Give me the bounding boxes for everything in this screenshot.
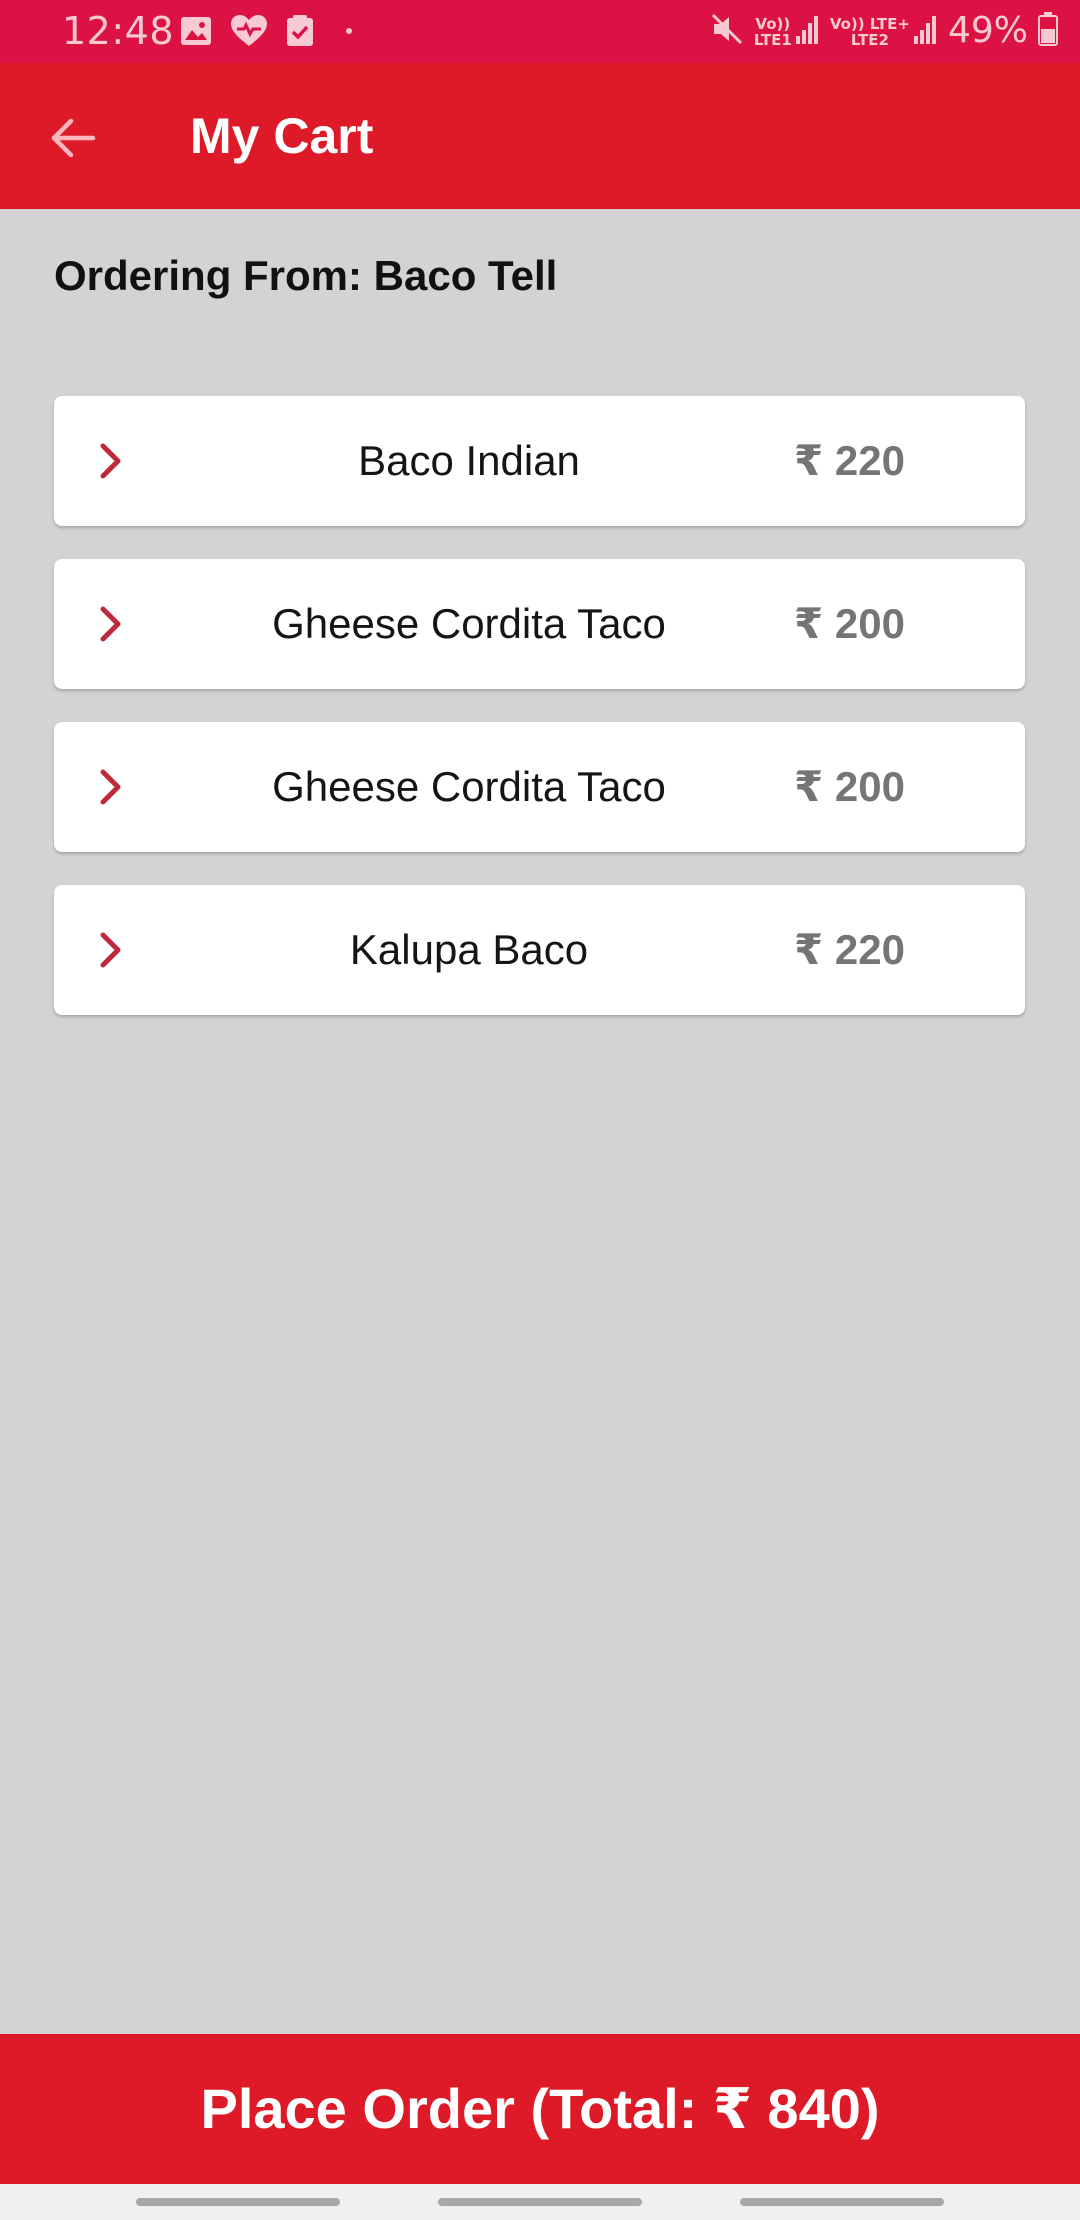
sim2-label-top: Vo)) LTE+ — [829, 15, 910, 33]
item-name: Kalupa Baco — [349, 926, 589, 973]
sim2-label-bottom: LTE2 — [850, 31, 889, 49]
heart-icon — [230, 14, 268, 48]
place-order-button[interactable]: Place Order (Total: ₹ 840) — [0, 2034, 1080, 2184]
cart-item[interactable]: Baco Indian ₹ 220 — [54, 396, 1025, 526]
battery-percent: 49% — [947, 10, 1028, 51]
cart-list: Baco Indian ₹ 220 Gheese Cordita Taco ₹ … — [54, 396, 1025, 1048]
item-price: ₹ 200 — [794, 763, 905, 810]
more-notifications-dot — [346, 28, 352, 34]
sim1-label-top: Vo)) — [755, 15, 791, 33]
item-price: ₹ 220 — [794, 926, 905, 973]
check-square-icon — [286, 15, 314, 47]
navigation-bar — [0, 2184, 1080, 2220]
mute-icon — [710, 12, 744, 50]
signal-icon — [795, 14, 820, 48]
image-icon — [180, 16, 212, 46]
item-price: ₹ 220 — [794, 437, 905, 484]
home-button[interactable] — [438, 2198, 642, 2206]
battery-icon — [1038, 12, 1058, 50]
signal-icon — [913, 14, 938, 48]
page-title: My Cart — [190, 108, 374, 164]
cart-item[interactable]: Gheese Cordita Taco ₹ 200 — [54, 722, 1025, 852]
place-order-label: Place Order (Total: ₹ 840) — [200, 2077, 880, 2140]
chevron-right-icon — [98, 931, 124, 969]
app-bar: My Cart — [0, 63, 1080, 209]
arrow-left-icon — [50, 118, 96, 163]
item-name: Gheese Cordita Taco — [272, 600, 666, 647]
status-time: 12:48 — [62, 9, 175, 53]
chevron-right-icon — [98, 605, 124, 643]
item-name: Baco Indian — [358, 437, 580, 484]
sim1-signal: Vo)) LTE1 — [754, 14, 820, 48]
chevron-right-icon — [98, 768, 124, 806]
cart-item[interactable]: Gheese Cordita Taco ₹ 200 — [54, 559, 1025, 689]
ordering-from-label: Ordering From: Baco Tell — [54, 252, 558, 299]
recent-apps-button[interactable] — [136, 2198, 340, 2206]
status-right: Vo)) LTE1 Vo)) LTE+ LTE2 49% — [710, 8, 1058, 54]
notification-icons — [180, 14, 352, 48]
chevron-right-icon — [98, 442, 124, 480]
back-nav-button[interactable] — [740, 2198, 944, 2206]
item-name: Gheese Cordita Taco — [272, 763, 666, 810]
sim1-label-bottom: LTE1 — [753, 31, 792, 49]
sim2-signal: Vo)) LTE+ LTE2 — [830, 14, 938, 48]
cart-item[interactable]: Kalupa Baco ₹ 220 — [54, 885, 1025, 1015]
status-bar: 12:48 Vo)) LTE1 Vo)) LTE+ LTE2 49% — [0, 0, 1080, 63]
item-price: ₹ 200 — [794, 600, 905, 647]
back-button[interactable] — [36, 103, 110, 177]
